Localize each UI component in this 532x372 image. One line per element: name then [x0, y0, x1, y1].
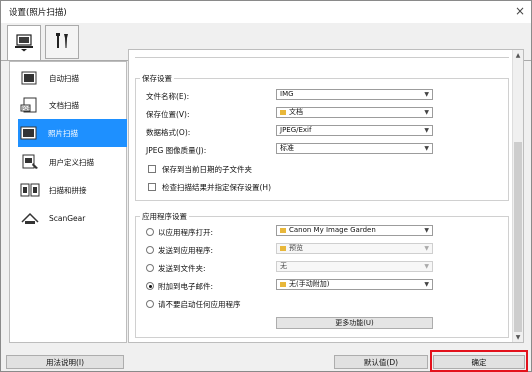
app-icon: [280, 227, 286, 233]
scangear-icon: [19, 208, 41, 228]
open-with-radio[interactable]: [146, 228, 154, 236]
data-format-value: JPEG/Exif: [280, 126, 312, 134]
app-settings-title: 应用程序设置: [140, 211, 189, 222]
send-to-folder-combo[interactable]: 无 ▼: [276, 261, 433, 272]
scroll-thumb[interactable]: [514, 142, 522, 332]
check-results-label: 检查扫描结果并指定保存设置(H): [162, 183, 271, 192]
scroll-up-icon[interactable]: ▲: [513, 50, 523, 60]
send-to-folder-radio[interactable]: [146, 264, 154, 272]
custom-scan-icon: [19, 152, 41, 172]
scan-stitch-icon: [19, 180, 41, 200]
jpeg-quality-label: JPEG 图像质量(J):: [146, 146, 207, 155]
close-icon[interactable]: ×: [515, 4, 525, 18]
send-to-folder-label: 发送到文件夹:: [158, 264, 206, 273]
save-in-value: 文档: [289, 108, 303, 116]
sidebar-item-custom-scan[interactable]: 用户定义扫描: [11, 148, 126, 176]
section-divider: [135, 57, 509, 58]
more-functions-button[interactable]: 更多功能(U): [276, 317, 433, 329]
send-to-folder-value: 无: [280, 262, 287, 270]
settings-window: 设置(照片扫描) × 自动扫描 PDF 文档扫描 照片扫描 用户定义扫描 扫描和…: [0, 0, 532, 372]
vertical-scrollbar[interactable]: ▲ ▼: [512, 50, 523, 342]
help-button[interactable]: 用法说明(I): [6, 355, 124, 369]
svg-text:PDF: PDF: [22, 106, 30, 111]
sidebar-item-photo-scan[interactable]: 照片扫描: [18, 119, 127, 147]
send-to-app-combo[interactable]: 预览 ▼: [276, 243, 433, 254]
scan-mode-list: 自动扫描 PDF 文档扫描 照片扫描 用户定义扫描 扫描和拼接 ScanGear: [9, 61, 127, 343]
defaults-button[interactable]: 默认值(D): [334, 355, 428, 369]
sidebar-item-label: 用户定义扫描: [49, 157, 94, 167]
auto-scan-icon: [19, 68, 41, 88]
chevron-down-icon[interactable]: ▼: [424, 90, 429, 99]
file-name-value: IMG: [280, 90, 294, 98]
title-bar: 设置(照片扫描) ×: [1, 1, 531, 23]
sidebar-item-auto-scan[interactable]: 自动扫描: [11, 64, 126, 92]
sidebar-item-label: ScanGear: [49, 213, 86, 223]
scroll-down-icon[interactable]: ▼: [513, 332, 523, 342]
chevron-down-icon[interactable]: ▼: [424, 108, 429, 117]
subfolder-label: 保存到当前日期的子文件夹: [162, 165, 252, 174]
sidebar-item-label: 文档扫描: [49, 100, 79, 110]
file-name-label: 文件名称(E):: [146, 92, 190, 101]
attach-email-value: 无(手动附加): [289, 280, 330, 288]
save-in-combo[interactable]: 文档 ▼: [276, 107, 433, 118]
attach-email-radio[interactable]: [146, 282, 154, 290]
open-with-combo[interactable]: Canon My Image Garden ▼: [276, 225, 433, 236]
sidebar-item-label: 扫描和拼接: [49, 185, 87, 195]
chevron-down-icon[interactable]: ▼: [424, 126, 429, 135]
file-name-combo[interactable]: IMG ▼: [276, 89, 433, 100]
chevron-down-icon[interactable]: ▼: [424, 262, 429, 271]
sidebar-item-label: 照片扫描: [48, 128, 78, 138]
tab-scan-from-computer[interactable]: [7, 25, 41, 61]
sidebar-item-label: 自动扫描: [49, 73, 79, 83]
data-format-label: 数据格式(O):: [146, 128, 191, 137]
sidebar-item-scan-stitch[interactable]: 扫描和拼接: [11, 176, 126, 204]
app-icon: [280, 281, 286, 287]
tools-icon: [53, 32, 71, 52]
send-to-app-radio[interactable]: [146, 246, 154, 254]
tab-general-settings[interactable]: [45, 25, 79, 59]
window-title: 设置(照片扫描): [9, 8, 67, 18]
save-in-label: 保存位置(V):: [146, 110, 190, 119]
photo-scan-icon: [18, 123, 40, 143]
chevron-down-icon[interactable]: ▼: [424, 144, 429, 153]
send-to-app-value: 预览: [289, 244, 303, 252]
chevron-down-icon[interactable]: ▼: [424, 280, 429, 289]
computer-scan-icon: [14, 33, 34, 54]
save-settings-title: 保存设置: [140, 73, 174, 84]
open-with-value: Canon My Image Garden: [289, 226, 376, 234]
document-scan-icon: PDF: [19, 95, 41, 115]
jpeg-quality-value: 标准: [280, 144, 294, 152]
attach-email-label: 附加到电子邮件:: [158, 282, 214, 291]
no-app-radio[interactable]: [146, 300, 154, 308]
check-results-checkbox[interactable]: [148, 183, 156, 191]
subfolder-checkbox[interactable]: [148, 165, 156, 173]
sidebar-item-scangear[interactable]: ScanGear: [11, 204, 126, 232]
open-with-label: 以应用程序打开:: [158, 228, 214, 237]
send-to-app-label: 发送到应用程序:: [158, 246, 214, 255]
app-icon: [280, 245, 286, 251]
app-settings-group: 应用程序设置 以应用程序打开: Canon My Image Garden ▼ …: [135, 211, 509, 338]
attach-email-combo[interactable]: 无(手动附加) ▼: [276, 279, 433, 290]
chevron-down-icon[interactable]: ▼: [424, 244, 429, 253]
no-app-label: 请不要启动任何应用程序: [158, 300, 241, 309]
sidebar-item-document-scan[interactable]: PDF 文档扫描: [11, 91, 126, 119]
save-settings-group: 保存设置 文件名称(E): IMG ▼ 保存位置(V): 文档 ▼ 数据格式(O…: [135, 73, 509, 201]
settings-panel: ▲ ▼ 保存设置 文件名称(E): IMG ▼ 保存位置(V): 文档 ▼ 数据…: [128, 49, 524, 343]
data-format-combo[interactable]: JPEG/Exif ▼: [276, 125, 433, 136]
folder-icon: [280, 109, 286, 115]
jpeg-quality-combo[interactable]: 标准 ▼: [276, 143, 433, 154]
ok-highlight-frame: [430, 350, 528, 372]
chevron-down-icon[interactable]: ▼: [424, 226, 429, 235]
